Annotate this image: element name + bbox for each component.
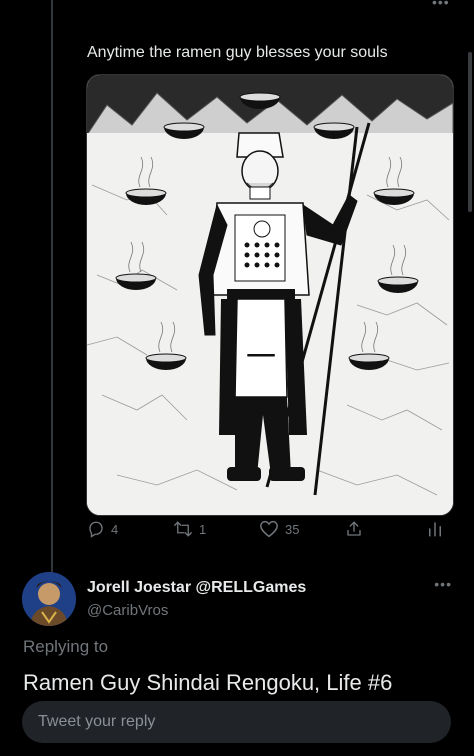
reply-count: 4 xyxy=(111,521,119,537)
reply-action[interactable]: 4 xyxy=(87,520,118,538)
ramen-guy-illustration: 一 xyxy=(87,75,453,515)
more-horizontal-icon[interactable]: ••• xyxy=(434,576,452,592)
like-action[interactable]: 35 xyxy=(259,520,299,538)
reply-author-header: Jorell Joestar @RELLGames @CaribVros ••• xyxy=(22,572,462,632)
retweet-action[interactable]: 1 xyxy=(173,520,206,538)
tweet-action-bar: 4 1 35 xyxy=(87,520,447,548)
reply-display-name[interactable]: Jorell Joestar @RELLGames xyxy=(87,579,306,597)
replying-to-label: Replying to xyxy=(23,637,109,656)
thread-connector-line xyxy=(51,0,53,575)
analytics-bars-icon xyxy=(429,522,441,537)
replying-to-target[interactable]: Ramen Guy Shindai Rengoku, Life #6 xyxy=(23,670,392,696)
share-icon xyxy=(347,521,361,536)
avatar[interactable] xyxy=(22,572,76,626)
apron-glyph: 一 xyxy=(246,340,276,375)
like-count: 35 xyxy=(285,521,300,537)
heart-icon xyxy=(260,520,278,538)
tweet-text: Anytime the ramen guy blesses your souls xyxy=(87,44,388,61)
avatar-portrait-icon xyxy=(22,572,76,626)
top-more-icon[interactable]: ••• xyxy=(432,0,450,10)
retweet-icon xyxy=(174,521,192,537)
scrollbar[interactable] xyxy=(468,52,472,212)
analytics-action[interactable] xyxy=(427,520,443,538)
share-action[interactable] xyxy=(345,520,363,538)
reply-input[interactable] xyxy=(36,712,437,732)
tweet-image[interactable]: 一 xyxy=(86,74,454,516)
reply-bubble-icon xyxy=(89,521,103,538)
reply-composer[interactable] xyxy=(22,701,451,743)
reply-handle[interactable]: @CaribVros xyxy=(87,602,168,619)
retweet-count: 1 xyxy=(199,521,207,537)
